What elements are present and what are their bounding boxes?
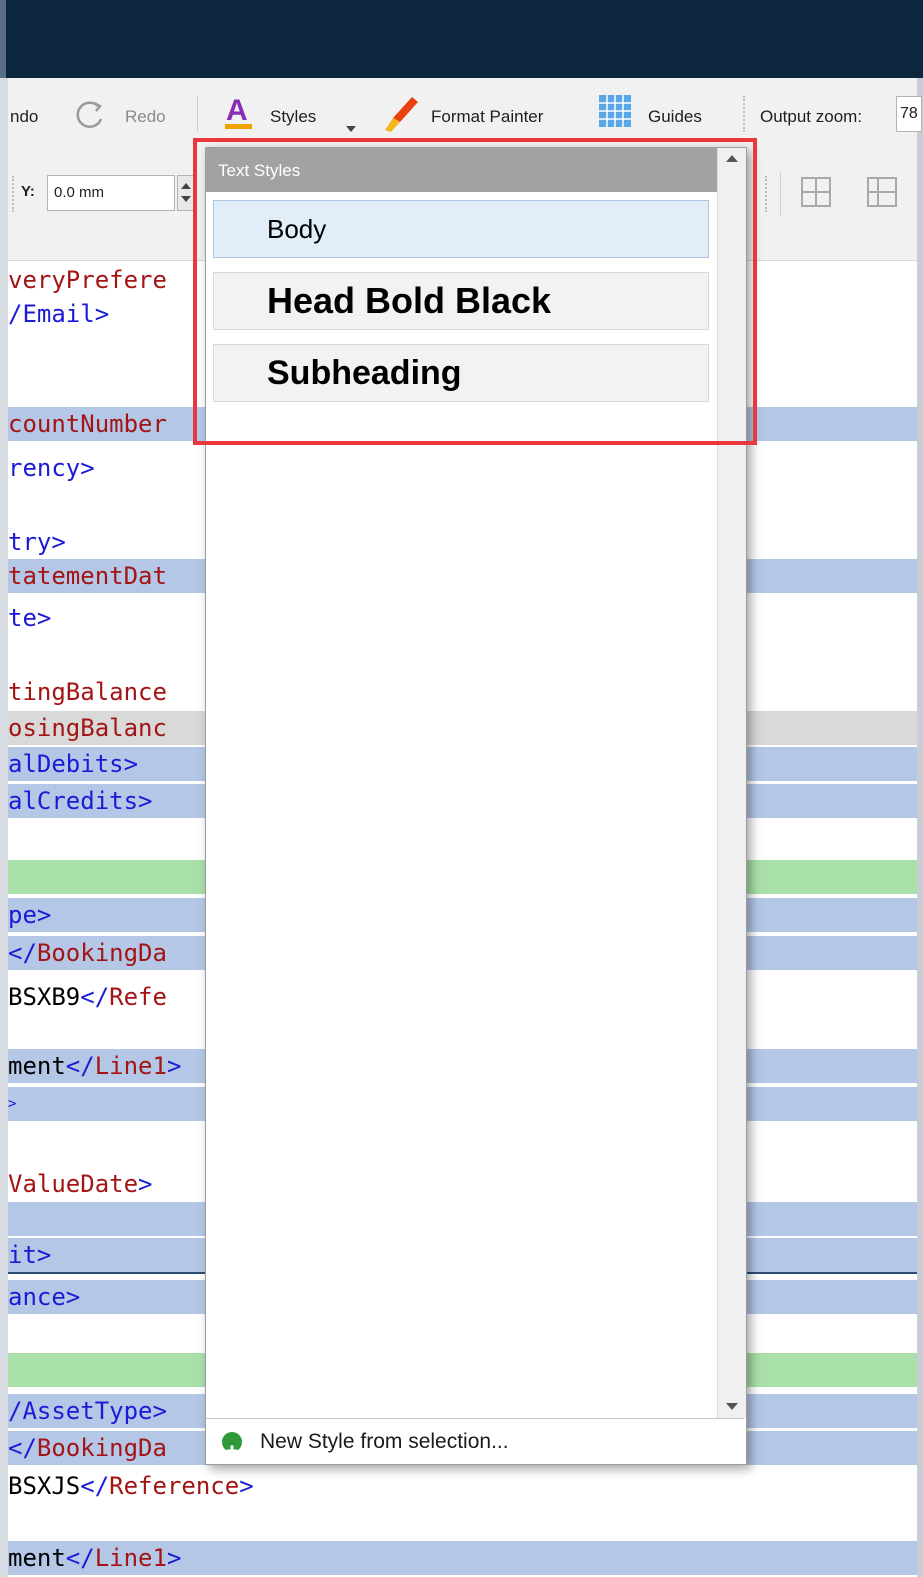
add-icon bbox=[222, 1432, 242, 1457]
table-layout-icon[interactable] bbox=[800, 176, 832, 212]
code-text: BookingDa bbox=[36, 939, 167, 967]
code-text: </ bbox=[65, 1052, 95, 1080]
text-styles-header: Text Styles bbox=[206, 148, 717, 192]
code-text: > bbox=[138, 1170, 153, 1198]
styles-icon[interactable]: A bbox=[224, 92, 254, 136]
code-text: ment bbox=[8, 1544, 66, 1572]
code-text: ance> bbox=[8, 1283, 81, 1311]
code-text: rency> bbox=[8, 454, 95, 482]
code-text: </ bbox=[8, 939, 37, 967]
code-text: </ bbox=[8, 1434, 37, 1462]
scroll-down-icon[interactable] bbox=[726, 1403, 738, 1410]
guides-button[interactable]: Guides bbox=[648, 107, 702, 127]
code-text: alCredits> bbox=[8, 787, 153, 815]
code-text: Reference bbox=[109, 1472, 240, 1500]
code-text: BSXB9 bbox=[8, 983, 81, 1011]
code-text: it> bbox=[8, 1241, 52, 1269]
code-text: Refe bbox=[109, 983, 167, 1011]
code-text: ment bbox=[8, 1052, 66, 1080]
code-text: /Email> bbox=[8, 300, 110, 328]
scroll-up-icon[interactable] bbox=[726, 155, 738, 162]
code-text: alDebits> bbox=[8, 750, 139, 778]
svg-text:A: A bbox=[226, 94, 248, 127]
new-style-label: New Style from selection... bbox=[260, 1430, 509, 1453]
styles-dropdown-arrow-icon[interactable] bbox=[346, 126, 356, 132]
y-position-field[interactable]: 0.0 mm bbox=[47, 175, 175, 211]
toolbar-gripper bbox=[743, 96, 748, 132]
code-text: pe> bbox=[8, 901, 52, 929]
code-text: BookingDa bbox=[36, 1434, 167, 1462]
right-panel-edge bbox=[917, 78, 923, 1577]
code-text: tingBalance bbox=[8, 678, 167, 706]
code-text: try> bbox=[8, 528, 66, 556]
code-text: veryPrefere bbox=[8, 266, 167, 294]
code-text: </ bbox=[80, 1472, 110, 1500]
code-text: ValueDate bbox=[8, 1170, 139, 1198]
code-text: Line1 bbox=[94, 1052, 167, 1080]
y-position-stepper[interactable] bbox=[177, 175, 195, 211]
stepper-up-icon[interactable] bbox=[181, 183, 191, 189]
format-painter-button[interactable]: Format Painter bbox=[431, 107, 543, 127]
text-styles-dropdown: Text Styles Body Head Bold Black Subhead… bbox=[205, 147, 747, 1465]
code-line: ment</Line1> bbox=[8, 1541, 917, 1575]
format-painter-icon[interactable] bbox=[382, 94, 422, 138]
code-text: > bbox=[8, 1096, 17, 1112]
styles-scrollbar[interactable] bbox=[717, 148, 746, 1418]
code-text: /AssetType> bbox=[8, 1397, 167, 1425]
styles-button[interactable]: Styles bbox=[270, 107, 316, 127]
undo-button[interactable]: ndo bbox=[10, 107, 38, 127]
code-text: BSXJS bbox=[8, 1472, 81, 1500]
code-line: BSXJS</Reference> bbox=[8, 1469, 917, 1503]
output-zoom-label: Output zoom: bbox=[760, 107, 863, 126]
code-text: > bbox=[239, 1472, 254, 1500]
code-text: tatementDat bbox=[8, 562, 167, 590]
code-text: > bbox=[166, 1544, 182, 1572]
guides-icon[interactable] bbox=[598, 94, 632, 132]
code-text: > bbox=[166, 1052, 182, 1080]
output-zoom-value: 78 bbox=[900, 105, 918, 122]
code-text: Line1 bbox=[94, 1544, 167, 1572]
code-text: osingBalanc bbox=[8, 714, 167, 742]
code-text: </ bbox=[80, 983, 110, 1011]
stepper-down-icon[interactable] bbox=[181, 196, 191, 202]
style-item-body[interactable]: Body bbox=[213, 200, 709, 258]
code-text: </ bbox=[65, 1544, 95, 1572]
toolbar-separator bbox=[197, 96, 198, 132]
code-text: countNumber bbox=[8, 410, 167, 438]
table-split-icon[interactable] bbox=[866, 176, 898, 212]
style-item-subheading[interactable]: Subheading bbox=[213, 344, 709, 402]
window-title-bar bbox=[0, 0, 923, 78]
toolbar-separator bbox=[780, 172, 781, 216]
toolbar-gripper bbox=[12, 176, 17, 212]
y-position-value: 0.0 mm bbox=[54, 184, 105, 201]
redo-button[interactable]: Redo bbox=[125, 107, 166, 127]
output-zoom-field[interactable]: 78 bbox=[896, 96, 922, 132]
code-text: te> bbox=[8, 604, 52, 632]
redo-icon[interactable] bbox=[72, 97, 108, 137]
y-position-label: Y: bbox=[21, 183, 35, 200]
style-item-head-bold-black[interactable]: Head Bold Black bbox=[213, 272, 709, 330]
toolbar-gripper bbox=[765, 176, 770, 212]
new-style-from-selection-button[interactable]: New Style from selection... bbox=[206, 1418, 744, 1463]
